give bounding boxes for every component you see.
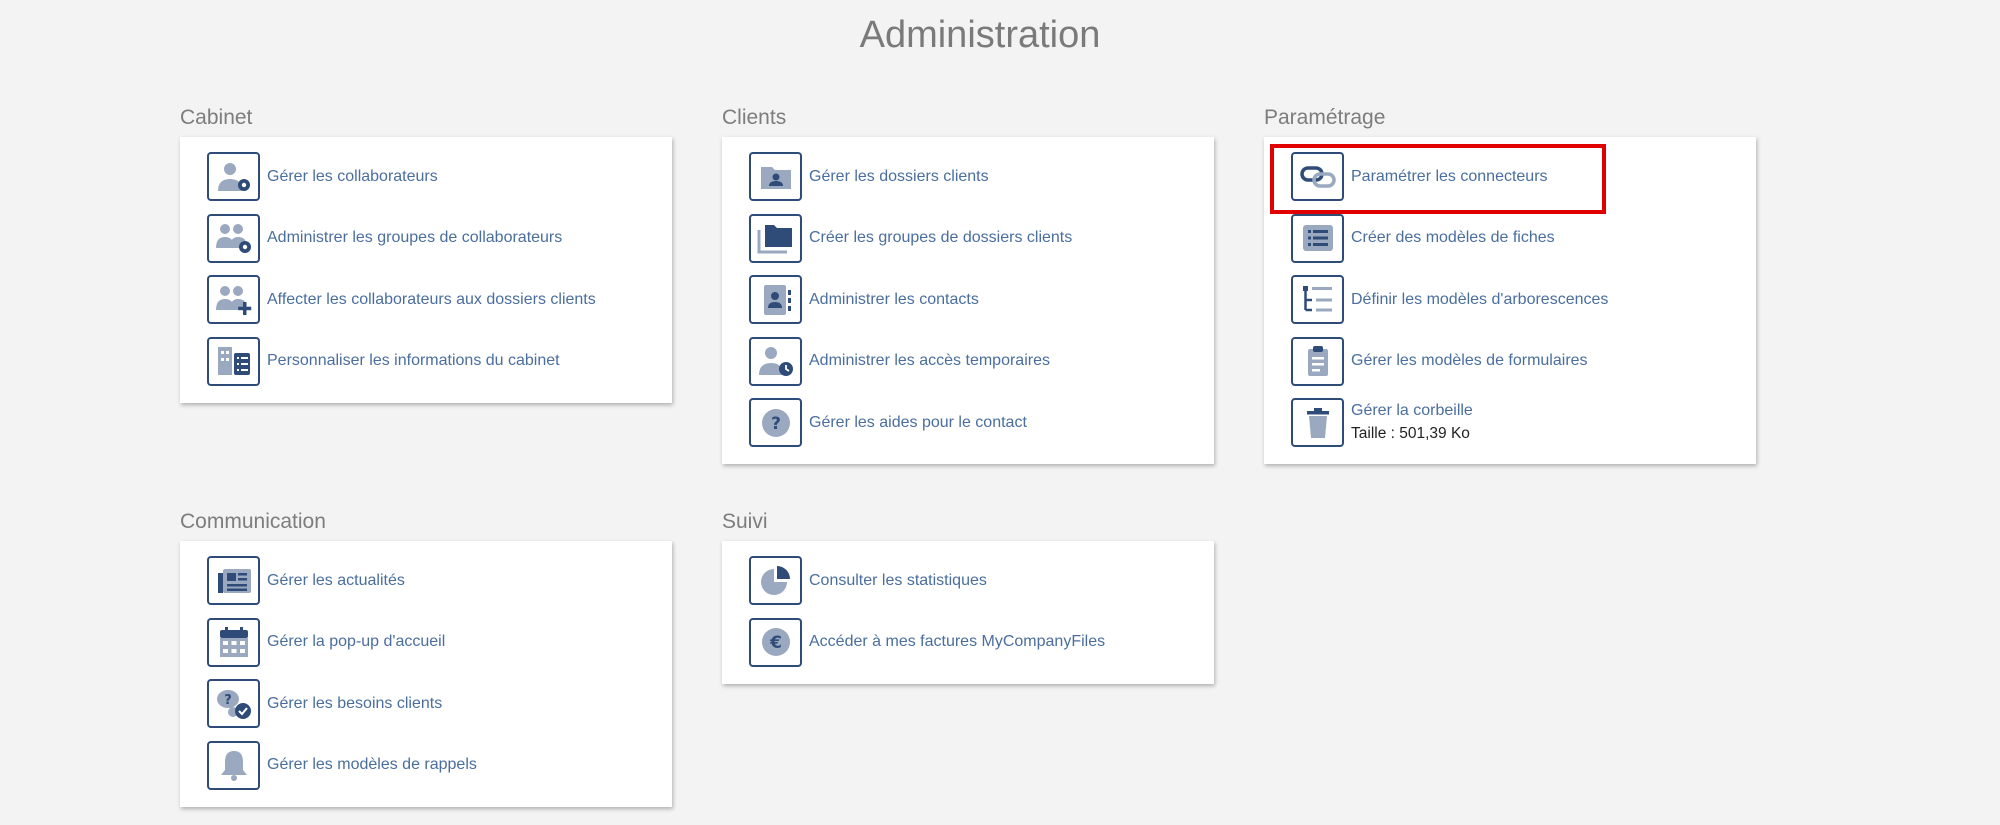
- section-title-suivi: Suivi: [722, 510, 768, 533]
- gerer-modeles-formulaires-item[interactable]: Gérer les modèles de formulaires: [1291, 333, 1756, 390]
- svg-text:?: ?: [771, 414, 781, 434]
- folders-icon: [749, 213, 802, 263]
- personnaliser-cabinet-item[interactable]: Personnaliser les informations du cabine…: [207, 333, 672, 390]
- section-communication: Communication Gérer les actualités Gérer…: [180, 511, 672, 807]
- section-title-communication: Communication: [180, 510, 326, 533]
- corbeille-size: Taille : 501,39 Ko: [1351, 425, 1470, 442]
- svg-text:€: €: [769, 633, 782, 653]
- item-label: Gérer la corbeille: [1351, 402, 1473, 419]
- gerer-collaborateurs-item[interactable]: Gérer les collaborateurs: [207, 148, 672, 205]
- gerer-popup-accueil-item[interactable]: Gérer la pop-up d'accueil: [207, 614, 672, 671]
- creer-groupes-dossiers-item[interactable]: Créer les groupes de dossiers clients: [749, 210, 1214, 267]
- administrer-groupes-collaborateurs-item[interactable]: Administrer les groupes de collaborateur…: [207, 210, 672, 267]
- item-label: Gérer les modèles de formulaires: [1351, 352, 1588, 369]
- gerer-corbeille-item[interactable]: Gérer la corbeille Taille : 501,39 Ko: [1291, 394, 1756, 451]
- building-list-icon: [207, 336, 260, 386]
- card-communication: Gérer les actualités Gérer la pop-up d'a…: [180, 541, 672, 807]
- item-label: Créer les groupes de dossiers clients: [809, 229, 1073, 246]
- item-label: Administrer les groupes de collaborateur…: [267, 229, 563, 246]
- users-plus-icon: [207, 275, 260, 324]
- consulter-statistiques-item[interactable]: Consulter les statistiques: [749, 552, 1214, 609]
- item-label: Gérer les dossiers clients: [809, 167, 989, 185]
- card-suivi: Consulter les statistiques € Accéder à m…: [722, 541, 1214, 684]
- user-gear-icon: [207, 152, 260, 201]
- question-icon: ?: [749, 398, 802, 447]
- gerer-actualites-item[interactable]: Gérer les actualités: [207, 552, 672, 609]
- item-label: Gérer les besoins clients: [267, 694, 443, 712]
- section-suivi: Suivi Consulter les statistiques € Accéd…: [722, 511, 1214, 684]
- gerer-besoins-clients-item[interactable]: ? Gérer les besoins clients: [207, 675, 672, 732]
- item-label: Accéder à mes factures MyCompanyFiles: [809, 633, 1106, 650]
- item-label: Personnaliser les informations du cabine…: [267, 352, 560, 369]
- item-label: Administrer les accès temporaires: [809, 352, 1050, 369]
- item-label: Gérer les actualités: [267, 571, 405, 589]
- user-clock-icon: [749, 336, 802, 386]
- definir-modeles-arborescences-item[interactable]: Définir les modèles d'arborescences: [1291, 271, 1756, 328]
- section-clients: Clients Gérer les dossiers clients Créer…: [722, 107, 1214, 464]
- administrer-acces-temporaires-item[interactable]: Administrer les accès temporaires: [749, 333, 1214, 390]
- item-label: Gérer les modèles de rappels: [267, 756, 477, 773]
- contact-book-icon: [749, 275, 802, 324]
- gerer-modeles-rappels-item[interactable]: Gérer les modèles de rappels: [207, 737, 672, 794]
- section-title-parametrage: Paramétrage: [1264, 106, 1386, 129]
- users-gear-icon: [207, 213, 260, 263]
- item-label: Créer des modèles de fiches: [1351, 229, 1555, 246]
- item-label: Affecter les collaborateurs aux dossiers…: [267, 290, 596, 308]
- trash-icon: [1291, 398, 1344, 447]
- calendar-icon: [207, 617, 260, 667]
- newspaper-icon: [207, 556, 260, 605]
- page-title: Administration: [859, 14, 1101, 56]
- list-icon: [1291, 213, 1344, 263]
- administrer-contacts-item[interactable]: Administrer les contacts: [749, 271, 1214, 328]
- creer-modeles-fiches-item[interactable]: Créer des modèles de fiches: [1291, 210, 1756, 267]
- item-label: Consulter les statistiques: [809, 571, 987, 589]
- card-cabinet: Gérer les collaborateurs Administrer les…: [180, 137, 672, 403]
- item-label: Gérer la pop-up d'accueil: [267, 633, 446, 650]
- card-clients: Gérer les dossiers clients Créer les gro…: [722, 137, 1214, 464]
- item-label: Gérer les aides pour le contact: [809, 413, 1027, 431]
- item-label: Administrer les contacts: [809, 290, 979, 308]
- affecter-collaborateurs-item[interactable]: Affecter les collaborateurs aux dossiers…: [207, 271, 672, 328]
- highlight-box: [1270, 144, 1606, 214]
- section-title-clients: Clients: [722, 106, 787, 129]
- svg-text:?: ?: [224, 693, 232, 708]
- folder-user-icon: [749, 152, 802, 201]
- clipboard-icon: [1291, 336, 1344, 386]
- section-cabinet: Cabinet Gérer les collaborateurs Adminis…: [180, 107, 672, 403]
- tree-icon: [1291, 275, 1344, 324]
- bell-icon: [207, 740, 260, 790]
- item-label: Gérer les collaborateurs: [267, 167, 438, 185]
- acceder-factures-item[interactable]: € Accéder à mes factures MyCompanyFiles: [749, 614, 1214, 671]
- chat-check-icon: ?: [207, 679, 260, 728]
- pie-chart-icon: [749, 556, 802, 605]
- gerer-aides-contact-item[interactable]: ? Gérer les aides pour le contact: [749, 394, 1214, 451]
- item-label: Définir les modèles d'arborescences: [1351, 290, 1609, 308]
- gerer-dossiers-clients-item[interactable]: Gérer les dossiers clients: [749, 148, 1214, 205]
- section-title-cabinet: Cabinet: [180, 106, 253, 129]
- euro-icon: €: [749, 617, 802, 667]
